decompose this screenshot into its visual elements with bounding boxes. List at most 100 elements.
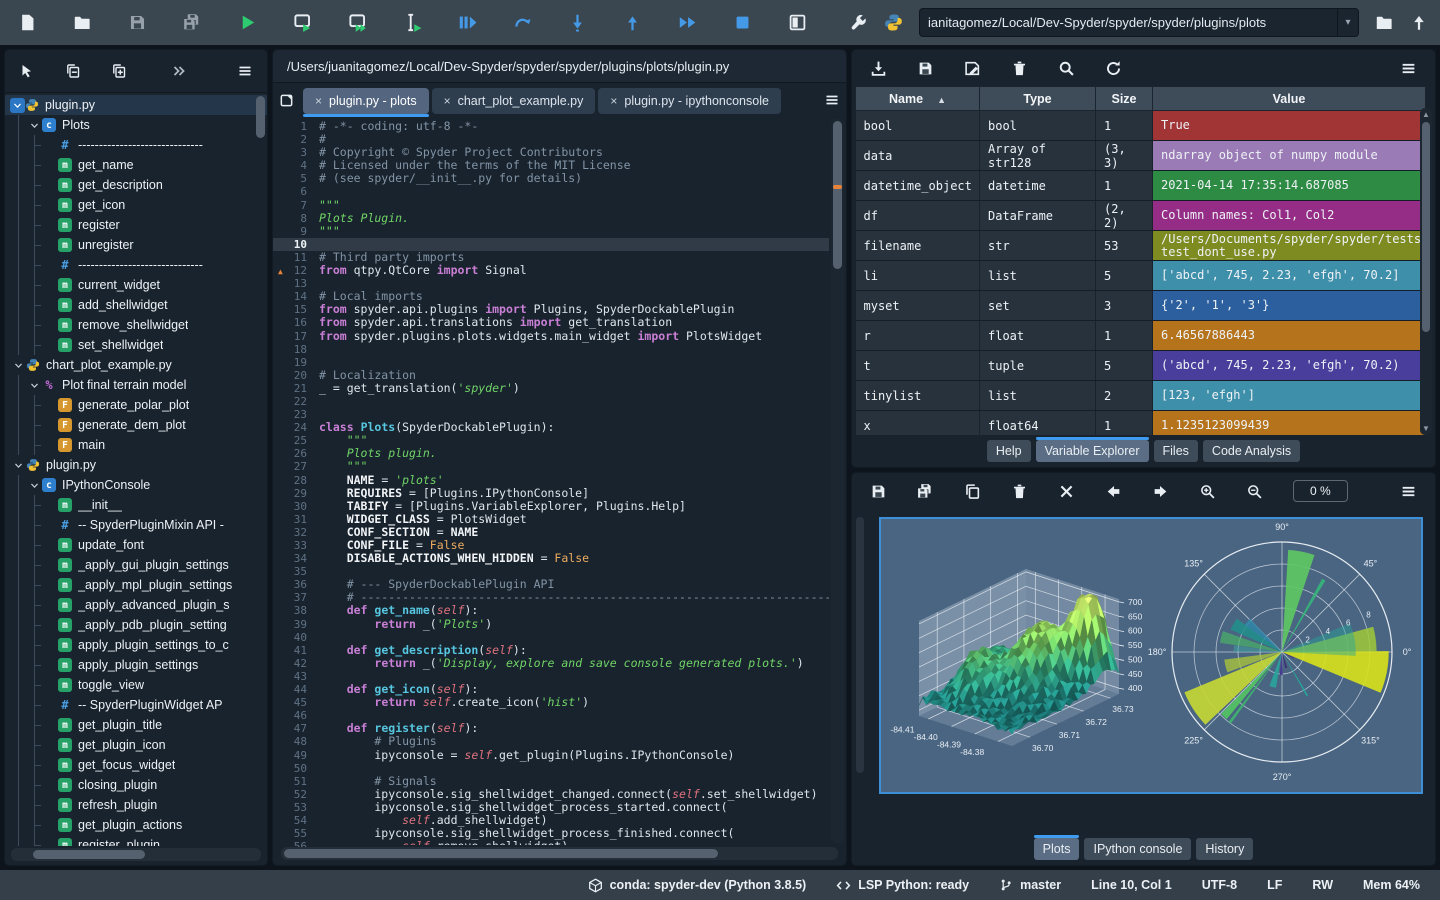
tree-item[interactable]: mupdate_font [5, 535, 267, 555]
cell-value[interactable]: ndarray object of numpy module [1153, 141, 1426, 171]
tree-item[interactable]: #-- SpyderPluginMixin API - [5, 515, 267, 535]
line-number[interactable]: 7 [273, 199, 319, 212]
save-w-button[interactable] [917, 60, 934, 77]
parent-directory-button[interactable] [1410, 14, 1428, 32]
line-number[interactable]: 41 [273, 644, 319, 657]
cell-type[interactable]: list [980, 381, 1096, 411]
table-row[interactable]: ttuple5('abcd', 745, 2.23, 'efgh', 70.2) [856, 351, 1426, 381]
debug-button[interactable] [458, 13, 477, 32]
cell-value[interactable]: 2021-04-14 17:35:14.687085 [1153, 171, 1426, 201]
tab-history[interactable]: History [1196, 838, 1253, 860]
chevron-down-icon[interactable] [26, 480, 42, 491]
git-branch-status[interactable]: master [999, 878, 1061, 892]
cell-name[interactable]: datetime_object [856, 171, 980, 201]
scroll-up-arrow[interactable]: ▲ [1420, 110, 1432, 119]
save-button[interactable] [128, 13, 147, 32]
tree-item[interactable]: mget_plugin_actions [5, 815, 267, 835]
table-row[interactable]: dfDataFrame(2, 2)Column names: Col1, Col… [856, 201, 1426, 231]
outline-horizontal-scrollbar[interactable] [11, 848, 261, 861]
line-number[interactable]: 32 [273, 526, 319, 539]
tree-item[interactable]: mregister_plugin [5, 835, 267, 846]
line-number[interactable]: 48 [273, 735, 319, 748]
table-row[interactable]: mysetset3{'2', '1', '3'} [856, 291, 1426, 321]
pointer-button[interactable] [19, 63, 35, 79]
line-number[interactable]: 33 [273, 539, 319, 552]
zoom-in-button[interactable] [1199, 483, 1216, 500]
table-row[interactable]: xfloat6411.1235123099439 [856, 411, 1426, 436]
lsp-status[interactable]: LSP Python: ready [836, 878, 969, 893]
run-cell-button[interactable] [293, 13, 312, 32]
line-number[interactable]: 52 [273, 788, 319, 801]
line-number[interactable]: 12▲ [273, 264, 319, 277]
tree-item[interactable]: chart_plot_example.py [5, 355, 267, 375]
table-row[interactable]: lilist5['abcd', 745, 2.23, 'efgh', 70.2] [856, 261, 1426, 291]
close-icon[interactable]: × [315, 94, 322, 108]
line-number[interactable]: 4 [273, 159, 319, 172]
cell-name[interactable]: data [856, 141, 980, 171]
zoom-level-box[interactable]: 0 % [1293, 480, 1348, 502]
browse-directory-button[interactable] [1375, 13, 1394, 32]
line-number[interactable]: 6 [273, 185, 319, 198]
stop-button[interactable] [733, 13, 752, 32]
line-number[interactable]: 21 [273, 382, 319, 395]
cell-value[interactable]: True [1153, 111, 1426, 141]
cell-value[interactable]: 6.46567886443 [1153, 321, 1426, 351]
editor-horizontal-scrollbar[interactable] [281, 847, 838, 860]
line-number[interactable]: 26 [273, 447, 319, 460]
line-number[interactable]: 36 [273, 578, 319, 591]
line-number[interactable]: 54 [273, 814, 319, 827]
collapse-all-button[interactable] [65, 63, 81, 79]
save-w-button[interactable] [870, 483, 887, 500]
close-icon[interactable]: × [610, 94, 617, 108]
cell-type[interactable]: datetime [980, 171, 1096, 201]
cell-value[interactable]: ['abcd', 745, 2.23, 'efgh', 70.2] [1153, 261, 1426, 291]
table-row[interactable]: tinylistlist2[123, 'efgh'] [856, 381, 1426, 411]
line-number[interactable]: 47 [273, 722, 319, 735]
line-number[interactable]: 43 [273, 670, 319, 683]
cell-type[interactable]: Array of str128 [980, 141, 1096, 171]
cell-size[interactable]: 1 [1096, 321, 1153, 351]
line-number[interactable]: 46 [273, 709, 319, 722]
line-number[interactable]: 2 [273, 133, 319, 146]
line-number[interactable]: 49 [273, 749, 319, 762]
cell-size[interactable]: (3, 3) [1096, 141, 1153, 171]
line-number[interactable]: 37 [273, 591, 319, 604]
tree-item[interactable]: mget_icon [5, 195, 267, 215]
tree-item[interactable]: mapply_plugin_settings_to_c [5, 635, 267, 655]
line-number[interactable]: 24 [273, 421, 319, 434]
line-number[interactable]: 19 [273, 356, 319, 369]
editor-vertical-scrollbar[interactable] [831, 119, 844, 843]
step-over-button[interactable] [513, 13, 532, 32]
cell-name[interactable]: r [856, 321, 980, 351]
line-number[interactable]: 1 [273, 120, 319, 133]
tree-item[interactable]: m_apply_advanced_plugin_s [5, 595, 267, 615]
import-button[interactable] [870, 60, 887, 77]
table-row[interactable]: rfloat16.46567886443 [856, 321, 1426, 351]
cell-size[interactable]: 53 [1096, 231, 1153, 261]
line-number[interactable]: 10 [273, 238, 319, 251]
scrollbar-thumb[interactable] [284, 849, 718, 858]
line-number[interactable]: 51 [273, 775, 319, 788]
cell-value[interactable]: {'2', '1', '3'} [1153, 291, 1426, 321]
line-number[interactable]: 53 [273, 801, 319, 814]
zoom-out-button[interactable] [1246, 483, 1263, 500]
chevron-down-icon[interactable] [26, 120, 42, 131]
line-number[interactable]: 35 [273, 565, 319, 578]
cell-name[interactable]: bool [856, 111, 980, 141]
scrollbar-thumb[interactable] [1422, 122, 1430, 332]
table-row[interactable]: datetime_objectdatetime12021-04-14 17:35… [856, 171, 1426, 201]
column-header-name[interactable]: Name▲ [856, 87, 980, 111]
line-number[interactable]: 44 [273, 683, 319, 696]
line-number[interactable]: 38 [273, 604, 319, 617]
line-number[interactable]: 18 [273, 343, 319, 356]
cell-size[interactable]: 3 [1096, 291, 1153, 321]
cell-type[interactable]: set [980, 291, 1096, 321]
line-number[interactable]: 14 [273, 290, 319, 303]
tree-item[interactable]: mset_shellwidget [5, 335, 267, 355]
step-return-button[interactable] [623, 13, 642, 32]
line-number[interactable]: 31 [273, 513, 319, 526]
new-file-button[interactable] [18, 13, 37, 32]
tree-item[interactable]: mremove_shellwidget [5, 315, 267, 335]
browse-tabs-button[interactable] [279, 93, 294, 108]
tree-item[interactable]: m_apply_mpl_plugin_settings [5, 575, 267, 595]
